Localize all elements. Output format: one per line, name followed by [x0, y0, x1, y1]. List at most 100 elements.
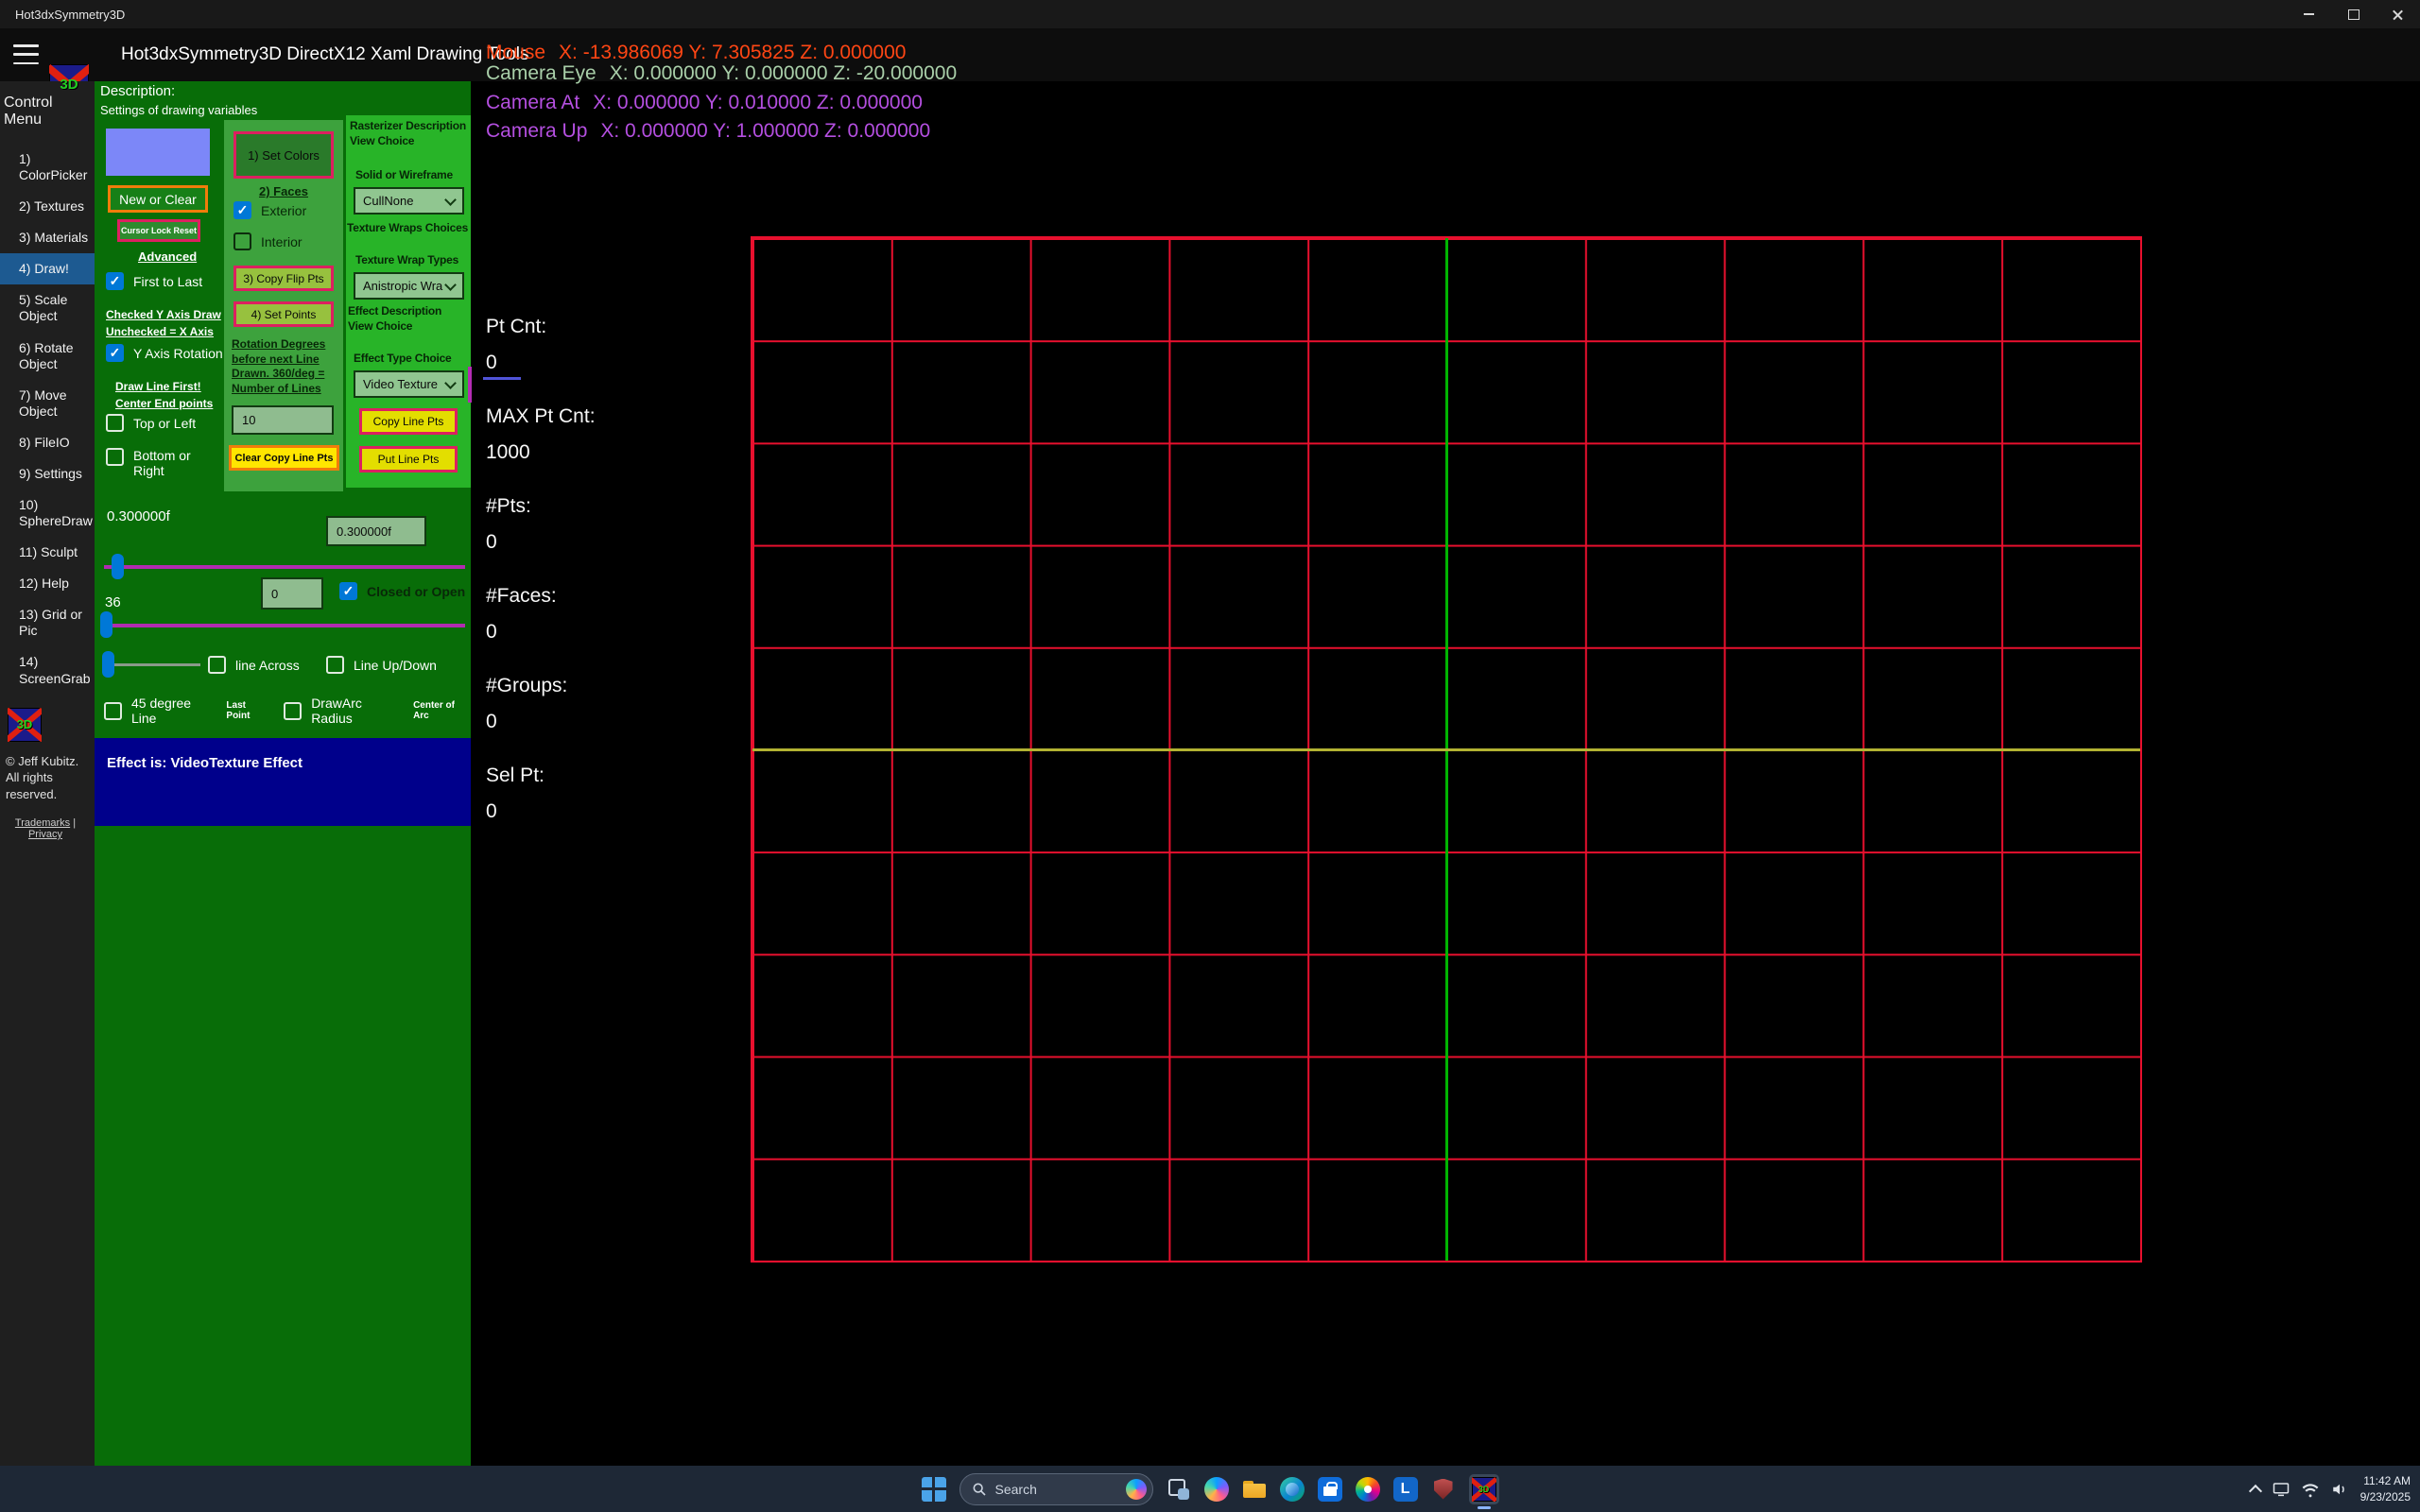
slider2-thumb[interactable] — [100, 611, 112, 638]
trademarks-link[interactable]: Trademarks — [15, 817, 70, 829]
set-colors-button[interactable]: 1) Set Colors — [233, 131, 334, 179]
sidebar-item[interactable]: 5) Scale Object — [0, 284, 95, 332]
sidebar-item[interactable]: 3) Materials — [0, 222, 95, 253]
deg45-row: 45 degree Line Last Point DrawArc Radius… — [104, 696, 471, 726]
clock[interactable]: 11:42 AM 9/23/2025 — [2360, 1473, 2411, 1503]
cursor-lock-reset-button[interactable]: Cursor Lock Reset — [117, 219, 200, 242]
privacy-link[interactable]: Privacy — [28, 829, 62, 840]
photos-icon[interactable] — [1356, 1477, 1380, 1502]
system-tray: 11:42 AM 9/23/2025 — [2251, 1466, 2411, 1512]
hot3dx-app-taskbar-button[interactable]: 3D — [1469, 1474, 1499, 1504]
drawarc-radius-checkbox[interactable] — [284, 702, 302, 720]
grid-canvas[interactable] — [751, 236, 2142, 1263]
search-input[interactable]: Search — [959, 1473, 1153, 1505]
sidebar-item[interactable]: 6) Rotate Object — [0, 333, 95, 380]
file-explorer-icon[interactable] — [1242, 1477, 1267, 1502]
first-to-last-checkbox[interactable] — [106, 272, 124, 290]
sidebar-item[interactable]: 14) ScreenGrab — [0, 646, 95, 694]
lines-count-input[interactable]: 10 — [232, 405, 334, 435]
linqpad-icon[interactable]: L — [1393, 1477, 1418, 1502]
effect-description-title: Effect Description View Choice — [348, 304, 469, 334]
wifi-icon[interactable] — [2302, 1481, 2319, 1498]
monitor-icon[interactable] — [2273, 1481, 2290, 1498]
sidebar-logo-icon: 3D — [8, 708, 42, 742]
slider1-value-box[interactable]: 0.300000f — [326, 516, 426, 546]
points-input[interactable]: 0 — [261, 577, 323, 610]
sidebar-item[interactable]: 9) Settings — [0, 458, 95, 490]
start-button-icon[interactable] — [922, 1477, 946, 1502]
first-to-last-label: First to Last — [133, 274, 202, 289]
close-button[interactable] — [2376, 0, 2420, 28]
app-logo-icon: 3D — [49, 64, 89, 104]
copy-line-pts-button[interactable]: Copy Line Pts — [359, 408, 458, 435]
sidebar-item[interactable]: 13) Grid or Pic — [0, 599, 95, 646]
stat-block: MAX Pt Cnt: 1000 — [486, 405, 596, 464]
edge-browser-icon[interactable] — [1280, 1477, 1305, 1502]
tray-overflow-chevron-icon[interactable] — [2249, 1484, 2262, 1497]
faces-link[interactable]: 2) Faces — [224, 184, 343, 198]
draw-line-first-links: Draw Line First! Center End points — [115, 378, 213, 412]
task-view-icon[interactable] — [1167, 1477, 1191, 1502]
deg45-line-checkbox[interactable] — [104, 702, 122, 720]
cull-mode-dropdown[interactable]: CullNone — [354, 187, 464, 215]
minimize-button[interactable] — [2287, 0, 2331, 28]
advanced-link[interactable]: Advanced — [138, 249, 197, 264]
volume-icon[interactable] — [2331, 1481, 2348, 1498]
sidebar-item[interactable]: 11) Sculpt — [0, 537, 95, 568]
stat-block: Pt Cnt: 0 — [486, 316, 596, 374]
clear-copy-line-pts-button[interactable]: Clear Copy Line Pts — [229, 445, 339, 471]
exterior-checkbox[interactable] — [233, 201, 251, 219]
slider3-track[interactable] — [106, 663, 200, 666]
sidebar-item[interactable]: 1) ColorPicker — [0, 144, 95, 191]
effect-banner: Effect is: VideoTexture Effect — [95, 738, 471, 826]
copilot-icon[interactable] — [1204, 1477, 1229, 1502]
put-line-pts-button[interactable]: Put Line Pts — [359, 446, 458, 472]
description-label: Description: — [100, 83, 175, 99]
interior-checkbox[interactable] — [233, 232, 251, 250]
set-points-button[interactable]: 4) Set Points — [233, 301, 334, 327]
sidebar-item[interactable]: 4) Draw! — [0, 253, 95, 284]
copy-flip-pts-button[interactable]: 3) Copy Flip Pts — [233, 266, 334, 291]
sidebar-item[interactable]: 7) Move Object — [0, 380, 95, 427]
first-to-last-row: First to Last — [106, 272, 202, 290]
sidebar-menu: 1) ColorPicker 2) Textures 3) Materials … — [0, 144, 95, 695]
line-across-checkbox[interactable] — [208, 656, 226, 674]
unchecked-x-axis-link[interactable]: Unchecked = X Axis — [106, 323, 221, 340]
draw-line-first-link[interactable]: Draw Line First! — [115, 378, 213, 395]
top-or-left-label: Top or Left — [133, 416, 196, 431]
effect-type-dropdown[interactable]: Video Texture — [354, 370, 464, 398]
close-icon — [2392, 9, 2404, 21]
slider1-track[interactable] — [104, 565, 465, 569]
line-up-down-checkbox[interactable] — [326, 656, 344, 674]
solid-or-wireframe-label: Solid or Wireframe — [355, 168, 453, 183]
color-swatch[interactable] — [106, 129, 210, 176]
search-highlight-icon[interactable] — [1126, 1479, 1147, 1500]
sidebar-item[interactable]: 8) FileIO — [0, 427, 95, 458]
checked-y-axis-link[interactable]: Checked Y Axis Draw — [106, 306, 221, 323]
top-or-left-checkbox[interactable] — [106, 414, 124, 432]
closed-or-open-checkbox[interactable] — [339, 582, 357, 600]
maximize-button[interactable] — [2331, 0, 2376, 28]
app-header: 3D Hot3dxSymmetry3D DirectX12 Xaml Drawi… — [0, 28, 2420, 81]
hot3dx-app-icon: 3D — [1472, 1477, 1496, 1502]
window-controls — [2287, 0, 2420, 28]
bottom-or-right-checkbox[interactable] — [106, 448, 124, 466]
sidebar-item[interactable]: 2) Textures — [0, 191, 95, 222]
closed-or-open-label: Closed or Open — [367, 584, 465, 599]
center-end-points-link[interactable]: Center End points — [115, 395, 213, 412]
y-axis-rotation-checkbox[interactable] — [106, 344, 124, 362]
hamburger-menu-icon[interactable] — [13, 44, 39, 64]
drawing-settings-panel: Description: Settings of drawing variabl… — [95, 81, 471, 1466]
new-or-clear-button[interactable]: New or Clear — [108, 185, 208, 213]
texture-wrap-dropdown[interactable]: Anistropic Wra — [354, 272, 464, 300]
sidebar-item[interactable]: 10) SphereDraw — [0, 490, 95, 537]
rotation-degrees-link[interactable]: Rotation Degrees before next Line Drawn.… — [232, 337, 337, 396]
stat-label: Pt Cnt: — [486, 316, 596, 338]
sidebar: Control Menu 1) ColorPicker 2) Textures … — [0, 81, 95, 1466]
slider2-track[interactable] — [104, 624, 465, 627]
sidebar-item[interactable]: 12) Help — [0, 568, 95, 599]
slider1-thumb[interactable] — [112, 554, 124, 579]
defender-shield-icon[interactable] — [1431, 1477, 1456, 1502]
store-icon[interactable] — [1318, 1477, 1342, 1502]
slider3-thumb[interactable] — [102, 651, 114, 678]
